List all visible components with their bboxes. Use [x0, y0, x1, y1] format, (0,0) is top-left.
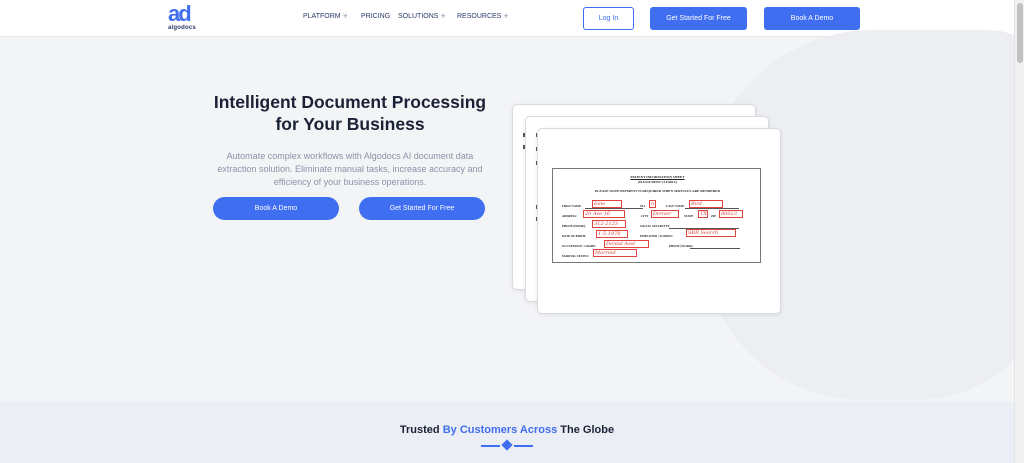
trusted-heading: Trusted By Customers Across The Globe	[0, 424, 1014, 436]
hero-get-started-button[interactable]: Get Started For Free	[359, 197, 485, 220]
label-last-name: LAST NAME:	[666, 204, 685, 208]
label-employer: EMPLOYER / SCHOOL:	[640, 234, 674, 238]
form-subtitle: (PLEASE PRINT CLEARLY)	[638, 180, 677, 184]
value-phone-home: 312-2123	[592, 220, 626, 228]
nav-label: PRICING	[361, 13, 391, 20]
nav-label: SOLUTIONS	[398, 13, 439, 20]
form-note: PLEASE NOTE PAYMENT IS REQUIRED WHEN SER…	[595, 189, 720, 193]
patient-info-form: PATIENT INFORMATION SHEET (PLEASE PRINT …	[552, 168, 761, 263]
hero-subtitle: Automate complex workflows with Algodocs…	[203, 150, 497, 189]
label-dob: DATE OF BIRTH:	[562, 234, 587, 238]
value-dob: 1-5-1978	[596, 230, 628, 238]
label-marital-status: MARITAL STATUS:	[562, 254, 590, 258]
value-employer: SBR Search	[686, 229, 736, 237]
trusted-suffix: The Globe	[557, 424, 615, 436]
hero-book-demo-button[interactable]: Book A Demo	[213, 197, 339, 220]
value-city: Denver	[651, 210, 679, 218]
trusted-highlight: By Customers Across	[442, 424, 558, 436]
nav-item-pricing[interactable]: PRICING	[361, 13, 398, 20]
trusted-prefix: Trusted	[399, 424, 443, 436]
label-city: CITY	[641, 214, 649, 218]
value-state: TX	[698, 210, 708, 218]
label-first-name: FIRST NAME:	[562, 204, 582, 208]
divider-line-right	[514, 445, 533, 447]
form-line	[690, 248, 740, 249]
main-nav: PLATFORM + PRICING SOLUTIONS + RESOURCES…	[303, 11, 517, 21]
value-last-name: Bird	[689, 200, 723, 208]
login-button[interactable]: Log In	[583, 7, 634, 30]
hero-title-line1: Intelligent Document Processing	[213, 92, 487, 112]
label-zip: ZIP	[711, 214, 717, 218]
hero-subtitle-line1: Automate complex workflows with Algodocs…	[226, 151, 474, 161]
label-address: ADDRESS:	[562, 214, 578, 218]
label-ssn: SOCIAL SECURITY#:	[640, 224, 671, 228]
label-phone-home: PHONE (HOME):	[562, 224, 586, 228]
form-title: PATIENT INFORMATION SHEET	[630, 175, 685, 179]
logo-mark: ad	[168, 1, 192, 26]
label-state: STATE	[684, 214, 694, 218]
hero-subtitle-line3: efficiency of your business operations.	[273, 177, 427, 187]
value-zip: 80023	[719, 210, 743, 218]
value-mi: n	[649, 200, 656, 208]
value-first-name: Ione	[592, 200, 622, 208]
hero-title: Intelligent Document Processing for Your…	[180, 91, 520, 135]
book-demo-button[interactable]: Book A Demo	[764, 7, 860, 30]
value-occupation: Dental Asst	[604, 240, 649, 248]
trusted-section: Trusted By Customers Across The Globe	[0, 402, 1014, 463]
value-marital-status: Married	[593, 249, 637, 257]
algodocs-logo[interactable]: ad algodocs	[168, 1, 198, 34]
hero-subtitle-line2: extraction solution. Eliminate manual ta…	[217, 164, 483, 174]
label-mi: M.I.	[640, 204, 646, 208]
get-started-button[interactable]: Get Started For Free	[650, 7, 747, 30]
form-line	[585, 208, 643, 209]
plus-icon: +	[503, 11, 509, 21]
divider-diamond-icon	[501, 439, 513, 451]
form-line	[685, 208, 739, 209]
page-scrollbar[interactable]	[1014, 0, 1024, 463]
nav-item-resources[interactable]: RESOURCES +	[457, 11, 517, 21]
divider-line-left	[481, 445, 500, 447]
nav-label: PLATFORM	[303, 13, 341, 20]
logo-text: algodocs	[168, 25, 196, 31]
value-address: 20 Ave 16	[583, 210, 625, 218]
plus-icon: +	[440, 11, 446, 21]
nav-item-platform[interactable]: PLATFORM +	[303, 11, 361, 21]
scrollbar-thumb[interactable]	[1017, 3, 1023, 63]
nav-item-solutions[interactable]: SOLUTIONS +	[398, 11, 457, 21]
plus-icon: +	[342, 11, 348, 21]
hero-title-line2: for Your Business	[275, 114, 425, 134]
nav-label: RESOURCES	[457, 13, 502, 20]
label-occupation: OCCUPATION / GRADE:	[562, 244, 597, 248]
